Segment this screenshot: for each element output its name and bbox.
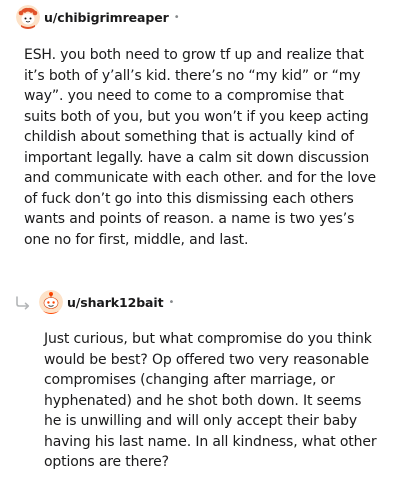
username[interactable]: u/chibigrimreaper xyxy=(44,10,169,25)
reply-arrow-icon xyxy=(16,296,30,310)
separator-dot: • xyxy=(168,296,175,308)
username[interactable]: u/shark12bait xyxy=(67,295,164,310)
comment-body: Just curious, but what compromise do you… xyxy=(44,331,377,470)
user-avatar[interactable] xyxy=(16,5,40,29)
user-avatar[interactable] xyxy=(39,290,63,314)
comment-body: ESH. you both need to grow tf up and rea… xyxy=(24,47,376,248)
comment-header: u/chibigrimreaper • xyxy=(16,4,386,30)
snoo-avatar-icon xyxy=(16,5,40,29)
comment-1: u/chibigrimreaper • ESH. you both need t… xyxy=(16,4,386,250)
comment-header: u/shark12bait • xyxy=(14,289,386,315)
comment-2: u/shark12bait • Just curious, but what c… xyxy=(14,289,386,473)
separator-dot: • xyxy=(173,11,180,23)
snoo-avatar-icon xyxy=(39,290,63,314)
